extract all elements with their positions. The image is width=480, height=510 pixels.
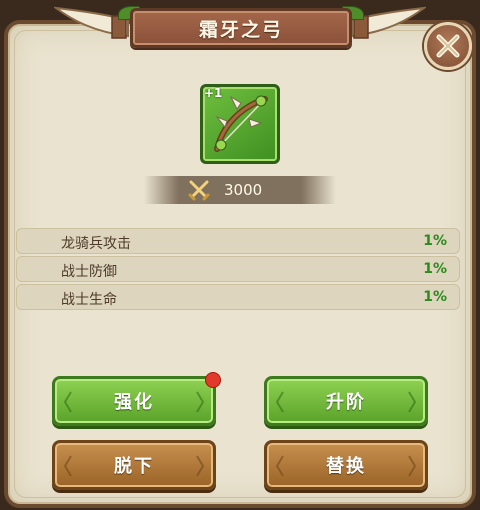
stat-row: 战士防御 1% (16, 256, 460, 282)
replace-button[interactable]: 替换 (264, 440, 428, 490)
stat-label: 战士防御 (61, 264, 117, 280)
title-banner: 霜牙之弓 (130, 8, 352, 48)
notification-dot (205, 372, 221, 388)
close-button[interactable] (424, 22, 472, 70)
unequip-button[interactable]: 脱下 (52, 440, 216, 490)
upgrade-button[interactable]: 升阶 (264, 376, 428, 426)
stat-value: 1% (423, 289, 447, 305)
stat-row: 龙骑兵攻击 1% (16, 228, 460, 254)
chevron-left-decoration (63, 391, 72, 413)
chevron-left-decoration (275, 455, 284, 477)
enhance-button[interactable]: 强化 (52, 376, 216, 426)
crossed-swords-icon (188, 180, 210, 201)
item-title: 霜牙之弓 (198, 18, 283, 41)
power-value: 3000 (224, 181, 263, 199)
unequip-button-label: 脱下 (114, 456, 154, 477)
power-bar: 3000 (144, 176, 336, 204)
close-icon (436, 34, 460, 58)
chevron-right-decoration (408, 455, 417, 477)
stat-value: 1% (423, 233, 447, 249)
enhance-button-label: 强化 (114, 392, 154, 413)
stat-value: 1% (423, 261, 447, 277)
upgrade-button-label: 升阶 (326, 392, 366, 413)
chevron-right-decoration (408, 391, 417, 413)
chevron-right-decoration (196, 391, 205, 413)
chevron-left-decoration (275, 391, 284, 413)
stat-row: 战士生命 1% (16, 284, 460, 310)
stat-label: 战士生命 (61, 292, 117, 308)
chevron-right-decoration (196, 455, 205, 477)
chevron-left-decoration (63, 455, 72, 477)
stat-label: 龙骑兵攻击 (61, 236, 131, 252)
replace-button-label: 替换 (326, 456, 366, 477)
enhance-level-badge: +1 (204, 86, 223, 100)
